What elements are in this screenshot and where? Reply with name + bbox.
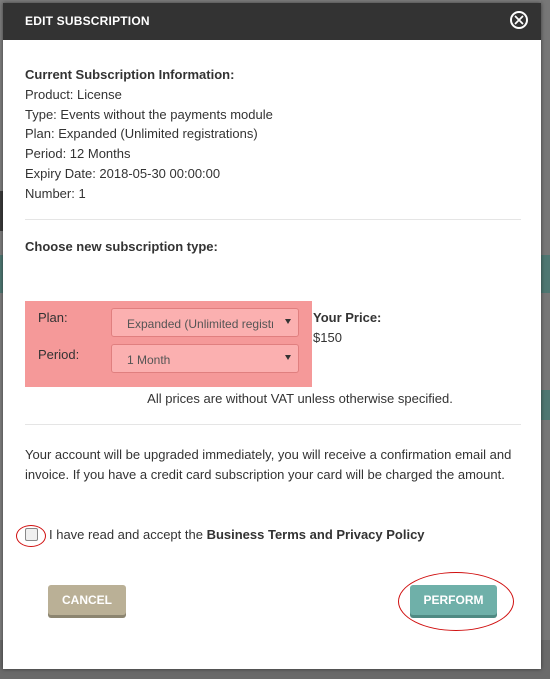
current-subscription-heading: Current Subscription Information: — [25, 67, 235, 82]
price-label: Your Price: — [313, 310, 382, 325]
choose-subscription-title: Choose new subscription type: — [25, 239, 218, 254]
plan-select-value: Expanded (Unlimited registrations) — [127, 317, 273, 331]
terms-link[interactable]: Business Terms and Privacy Policy — [207, 527, 425, 542]
terms-checkbox[interactable] — [25, 528, 38, 541]
current-period: Period: 12 Months — [25, 146, 131, 162]
perform-button[interactable]: PERFORM — [410, 585, 497, 615]
vat-note: All prices are without VAT unless otherw… — [147, 391, 453, 406]
period-select[interactable]: 1 Month — [111, 344, 299, 373]
chevron-down-icon — [285, 355, 291, 360]
current-number: Number: 1 — [25, 185, 86, 201]
period-select-value: 1 Month — [127, 353, 171, 367]
background-page — [541, 0, 550, 679]
divider — [25, 219, 521, 220]
background-strip — [541, 255, 550, 293]
edit-subscription-modal: EDIT SUBSCRIPTION Current Subscription I… — [3, 3, 541, 669]
current-plan: Plan: Expanded (Unlimited registrations) — [25, 126, 258, 142]
modal-title: EDIT SUBSCRIPTION — [25, 14, 150, 28]
divider — [25, 424, 521, 425]
chevron-down-icon — [285, 319, 291, 324]
cancel-button[interactable]: CANCEL — [48, 585, 126, 615]
background-strip — [541, 390, 550, 420]
current-expiry: Expiry Date: 2018-05-30 00:00:00 — [25, 165, 221, 181]
terms-prefix: I have read and accept the — [49, 527, 207, 542]
vat-note-row: All prices are without VAT unless otherw… — [3, 391, 541, 406]
upgrade-notice: Your account will be upgraded immediatel… — [25, 447, 512, 482]
current-product: Product: License — [25, 86, 122, 102]
plan-select[interactable]: Expanded (Unlimited registrations) — [111, 308, 299, 337]
current-subscription-info: Current Subscription Information: Produc… — [25, 65, 273, 204]
plan-label: Plan: — [38, 310, 68, 325]
terms-text: I have read and accept the Business Term… — [49, 527, 425, 542]
close-icon[interactable] — [510, 11, 528, 29]
period-label: Period: — [38, 347, 80, 362]
current-type: Type: Events without the payments module — [25, 106, 273, 122]
price-value: $150 — [313, 330, 342, 345]
modal-header: EDIT SUBSCRIPTION — [3, 3, 541, 40]
